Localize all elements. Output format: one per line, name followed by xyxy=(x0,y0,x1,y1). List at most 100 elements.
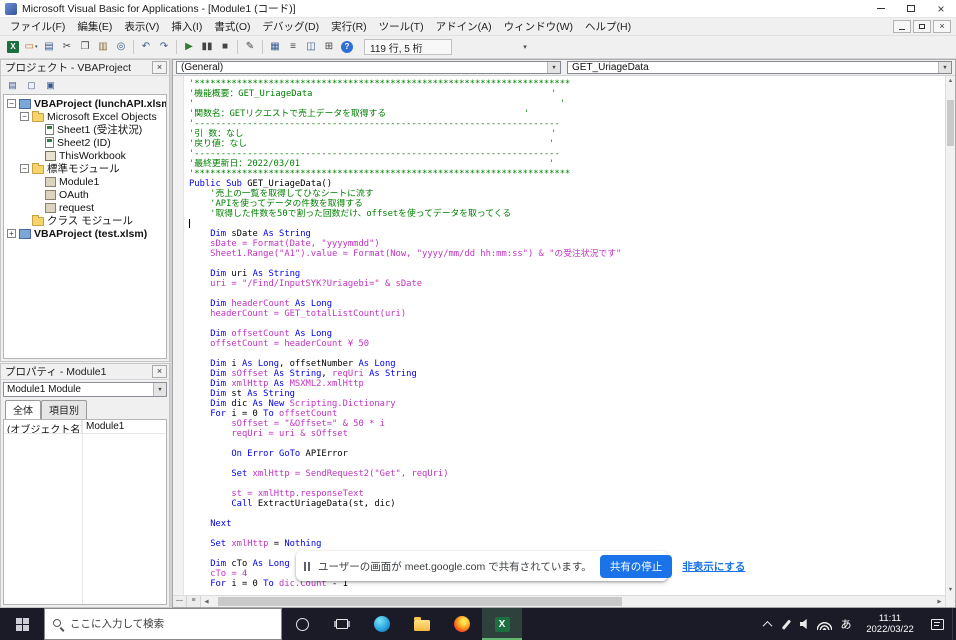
tray-pen-icon[interactable] xyxy=(777,608,796,640)
procedure-view-button[interactable]: — xyxy=(173,596,187,607)
view-excel-icon[interactable]: X xyxy=(4,38,22,56)
tree-item[interactable]: Module1 xyxy=(4,175,166,188)
object-browser-icon[interactable]: ◫ xyxy=(302,38,320,56)
mdi-minimize-button[interactable] xyxy=(893,20,911,33)
horizontal-scroll-track[interactable] xyxy=(212,596,934,607)
menu-item[interactable]: デバッグ(D) xyxy=(257,17,326,36)
excel-icon[interactable] xyxy=(482,608,522,640)
tree-item[interactable]: クラス モジュール xyxy=(4,214,166,227)
project-icon xyxy=(19,98,31,109)
show-desktop-button[interactable] xyxy=(952,608,956,640)
system-tray xyxy=(758,608,834,640)
horizontal-scroll-thumb[interactable] xyxy=(218,597,623,606)
project-explorer-panel: プロジェクト - VBAProject × ▤ ▢ ▣ − VBAProject (l… xyxy=(0,59,170,362)
tray-chevron-icon[interactable] xyxy=(758,608,777,640)
code-editor[interactable]: '***************************************… xyxy=(173,76,945,595)
scroll-corner xyxy=(945,595,955,607)
redo-icon[interactable]: ↷ xyxy=(155,38,173,56)
ime-indicator[interactable]: あ xyxy=(834,608,858,640)
file-explorer-icon[interactable] xyxy=(402,608,442,640)
tray-speaker-icon[interactable] xyxy=(796,608,815,640)
maximize-button[interactable] xyxy=(896,0,926,17)
reset-icon[interactable]: ■ xyxy=(216,38,234,56)
menu-item[interactable]: 表示(V) xyxy=(118,17,165,36)
minimize-button[interactable] xyxy=(866,0,896,17)
search-input[interactable] xyxy=(70,618,273,630)
close-button[interactable]: × xyxy=(926,0,956,17)
tree-item[interactable]: Sheet1 (受注状況) xyxy=(4,123,166,136)
edge-icon[interactable] xyxy=(362,608,402,640)
stop-sharing-button[interactable]: 共有の停止 xyxy=(599,554,673,578)
properties-panel-close-icon[interactable]: × xyxy=(152,365,167,378)
tree-item[interactable]: Sheet2 (ID) xyxy=(4,136,166,149)
task-view-button xyxy=(336,619,348,629)
menu-item[interactable]: 編集(E) xyxy=(71,17,118,36)
collapse-icon[interactable]: − xyxy=(20,112,29,121)
menu-item[interactable]: 書式(O) xyxy=(208,17,256,36)
taskbar-clock[interactable]: 11:11 2022/03/22 xyxy=(858,608,922,640)
tree-item[interactable]: OAuth xyxy=(4,188,166,201)
mdi-restore-button[interactable] xyxy=(913,20,931,33)
help-icon[interactable]: ? xyxy=(338,38,356,56)
properties-object-selector[interactable]: Module1 Module ▼ xyxy=(3,382,167,397)
start-button[interactable] xyxy=(0,608,44,640)
paste-icon[interactable]: ▥ xyxy=(94,38,112,56)
task-view-button[interactable] xyxy=(322,608,362,640)
toolbox-icon[interactable]: ⊞ xyxy=(320,38,338,56)
tree-label: Microsoft Excel Objects xyxy=(47,110,157,123)
code-line: Sheet1.Range("A1").value = Format(Now, "… xyxy=(189,249,622,259)
menu-item[interactable]: ヘルプ(H) xyxy=(579,17,637,36)
tray-network-icon[interactable] xyxy=(815,608,834,640)
mdi-close-button[interactable]: × xyxy=(933,20,951,33)
menu-item[interactable]: アドイン(A) xyxy=(430,17,498,36)
vertical-scrollbar[interactable]: ▲ ▼ xyxy=(945,76,955,595)
scroll-up-icon[interactable]: ▲ xyxy=(946,76,955,86)
scroll-down-icon[interactable]: ▼ xyxy=(946,585,955,595)
insert-userform-icon[interactable]: ▭ ▾ xyxy=(22,38,40,56)
tree-item[interactable]: − VBAProject (lunchAPI.xlsm) xyxy=(4,97,166,110)
object-dropdown[interactable]: (General) ▼ xyxy=(176,61,561,74)
collapse-icon[interactable]: − xyxy=(7,99,16,108)
scroll-left-icon[interactable]: ◀ xyxy=(201,599,212,605)
cortana-button[interactable] xyxy=(282,608,322,640)
properties-panel: プロパティ - Module1 × Module1 Module ▼ 全体 項目別… xyxy=(0,363,170,608)
menu-item[interactable]: ウィンドウ(W) xyxy=(498,17,579,36)
action-center-button[interactable] xyxy=(922,608,952,640)
collapse-icon[interactable]: − xyxy=(20,164,29,173)
scroll-right-icon[interactable]: ▶ xyxy=(934,599,945,605)
hide-notification-button[interactable]: 非表示にする xyxy=(680,555,747,578)
undo-icon[interactable]: ↶ xyxy=(137,38,155,56)
find-icon[interactable]: ◎ xyxy=(112,38,130,56)
break-icon[interactable]: ▮▮ xyxy=(198,38,216,56)
toggle-folders-icon[interactable]: ▣ xyxy=(42,78,59,93)
menu-item[interactable]: ツール(T) xyxy=(373,17,430,36)
tree-item[interactable]: − 標準モジュール xyxy=(4,162,166,175)
menu-item[interactable]: 実行(R) xyxy=(325,17,373,36)
toolbar-options-chevron-icon[interactable]: ▾ xyxy=(518,43,532,51)
horizontal-scrollbar[interactable]: — ≡ ◀ ▶ xyxy=(173,595,945,607)
design-mode-icon[interactable]: ✎ xyxy=(241,38,259,56)
project-panel-close-icon[interactable]: × xyxy=(152,61,167,74)
tab-全体[interactable]: 全体 xyxy=(5,400,41,419)
view-code-icon[interactable]: ▤ xyxy=(4,78,21,93)
project-explorer-icon[interactable]: ▦ xyxy=(266,38,284,56)
tree-item[interactable]: + VBAProject (test.xlsm) xyxy=(4,227,166,240)
vertical-scroll-thumb[interactable] xyxy=(947,100,954,146)
cut-icon[interactable]: ✂ xyxy=(58,38,76,56)
property-row[interactable]: (オブジェクト名) Module1 xyxy=(4,420,166,434)
tab-項目別[interactable]: 項目別 xyxy=(41,400,87,419)
copy-icon[interactable]: ❐ xyxy=(76,38,94,56)
run-icon[interactable]: ▶ xyxy=(180,38,198,56)
procedure-dropdown[interactable]: GET_UriageData ▼ xyxy=(567,61,952,74)
view-object-icon[interactable]: ▢ xyxy=(23,78,40,93)
save-icon[interactable]: ▤ xyxy=(40,38,58,56)
taskbar-search[interactable] xyxy=(44,608,282,640)
firefox-icon[interactable] xyxy=(442,608,482,640)
code-text[interactable]: '***************************************… xyxy=(184,76,945,595)
menu-item[interactable]: ファイル(F) xyxy=(4,17,71,36)
menu-item[interactable]: 挿入(I) xyxy=(165,17,208,36)
properties-window-icon[interactable]: ≡ xyxy=(284,38,302,56)
expand-icon[interactable]: + xyxy=(7,229,16,238)
full-module-view-button[interactable]: ≡ xyxy=(187,596,201,607)
